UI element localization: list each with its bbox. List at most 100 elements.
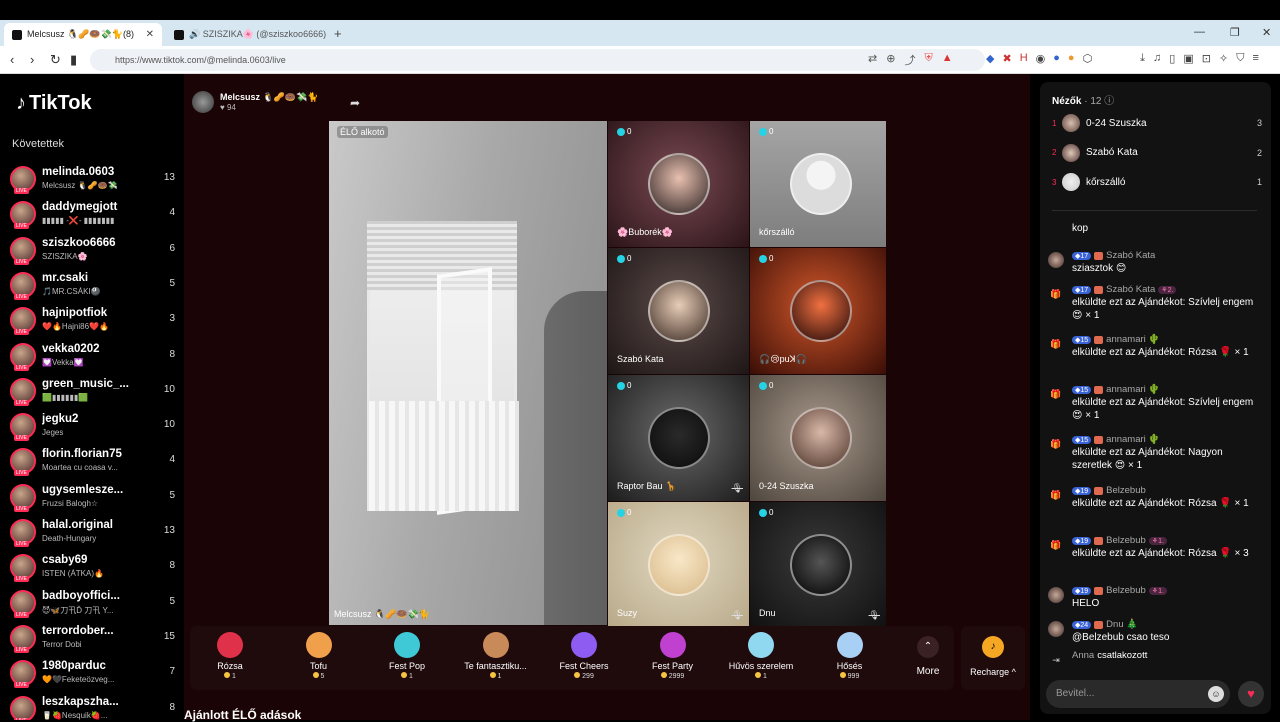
guest-avatar[interactable] xyxy=(790,280,852,342)
browser-tab-active[interactable]: Melcsusz 🐧🥜🍩💸🐈(8) ✕ xyxy=(4,23,162,46)
guest-avatar[interactable] xyxy=(790,534,852,596)
zoom-icon[interactable]: ⊕ xyxy=(886,52,895,68)
vpn-icon[interactable]: ⛉ xyxy=(1236,52,1244,65)
extension-icon[interactable]: ⬡ xyxy=(1083,52,1093,65)
extension-icon[interactable]: ◉ xyxy=(1036,52,1046,65)
sidebar-icon[interactable]: ▯ xyxy=(1169,52,1175,65)
back-icon[interactable]: ‹ xyxy=(10,52,14,67)
chat-username[interactable]: Belzebub xyxy=(1106,485,1146,496)
following-account[interactable]: LIVE ugysemlesze... Fruzsi Balogh☆ 5 xyxy=(10,482,175,516)
following-account[interactable]: LIVE daddymegjott ▮▮▮▮▮ -❌- ▮▮▮▮▮▮▮ 4 xyxy=(10,199,175,233)
wallet-icon[interactable]: ▣ xyxy=(1183,52,1193,65)
following-account[interactable]: LIVE vekka0202 💟Vekka💟 8 xyxy=(10,341,175,375)
guest-tile[interactable]: 0 Dnu 🎙 xyxy=(750,502,886,628)
guest-avatar[interactable] xyxy=(648,280,710,342)
user-avatar[interactable] xyxy=(1048,621,1064,637)
guest-tile[interactable]: 0 Raptor Bau 🦒 🎙 xyxy=(608,375,749,501)
close-tab-icon[interactable]: ✕ xyxy=(146,29,154,40)
following-account[interactable]: LIVE florin.florian75 Moartea cu coasa v..… xyxy=(10,446,175,480)
host-bar[interactable]: Melcsusz 🐧🥜🍩💸🐈 ♥ 94 xyxy=(192,90,319,114)
following-account[interactable]: LIVE jegku2 Jeges 10 xyxy=(10,411,175,445)
extension-icon[interactable]: H xyxy=(1020,52,1028,65)
chat-username[interactable]: Szabó Kata xyxy=(1106,284,1155,295)
gift-item[interactable]: Rózsa 1 xyxy=(190,632,270,688)
guest-avatar[interactable] xyxy=(648,153,710,215)
following-account[interactable]: LIVEleszkapszha...🥛🍓Nesquik🍓...8 xyxy=(10,694,175,720)
gift-item[interactable]: Tofu 5 xyxy=(279,632,359,688)
menu-icon[interactable]: ≡ xyxy=(1252,52,1258,65)
chat-username[interactable]: annamari 🌵 xyxy=(1106,384,1160,395)
host-video[interactable]: ÉLŐ alkotó Melcsusz 🐧🥜🍩💸🐈 xyxy=(329,121,607,625)
chat-username[interactable]: Dnu 🎄 xyxy=(1106,619,1138,630)
user-avatar[interactable] xyxy=(1048,587,1064,603)
account-avatar[interactable] xyxy=(10,695,36,720)
heart-icon[interactable]: ♥ xyxy=(1238,681,1264,707)
browser-tab[interactable]: 🔊 SZISZIKA🌸 (@sziszkoo6666) ÉLŐ xyxy=(166,23,328,46)
screenshot-icon[interactable]: ⊡ xyxy=(1202,52,1211,65)
guest-tile[interactable]: 0 Suzy 🎙 xyxy=(608,502,749,628)
following-account[interactable]: LIVE melinda.0603 Melcsusz 🐧🥜🍩💸 13 xyxy=(10,164,175,198)
chat-username[interactable]: Anna xyxy=(1072,650,1094,661)
viewer-avatar[interactable] xyxy=(1062,173,1080,191)
guest-avatar[interactable] xyxy=(648,407,710,469)
music-icon[interactable]: ♫ xyxy=(1153,52,1161,65)
following-account[interactable]: LIVE halal.original Death-Hungary 13 xyxy=(10,517,175,551)
new-tab-icon[interactable]: + xyxy=(334,26,342,41)
guest-tile[interactable]: 0 Szabó Kata xyxy=(608,248,749,374)
following-account[interactable]: LIVE sziszkoo6666 SZISZIKA🌸 6 xyxy=(10,235,175,269)
restore-icon[interactable]: ❐ xyxy=(1230,26,1240,39)
viewer-avatar[interactable] xyxy=(1062,114,1080,132)
following-account[interactable]: LIVE mr.csaki 🎵MR.CSÁKI🎱 5 xyxy=(10,270,175,304)
gift-item[interactable]: Te fantasztiku... 1 xyxy=(456,632,536,688)
bookmark-icon[interactable]: ▮ xyxy=(70,52,77,68)
tiktok-logo[interactable]: ♪ TikTok xyxy=(16,92,92,115)
following-account[interactable]: LIVE badboyoffici... 😈🦋刀卂Ď 刀卂 Y... 5 xyxy=(10,588,175,622)
minimize-icon[interactable]: — xyxy=(1194,26,1205,38)
shield-icon[interactable]: ⛨ xyxy=(924,52,932,68)
user-avatar[interactable] xyxy=(1048,252,1064,268)
chat-username[interactable]: Belzebub xyxy=(1106,535,1146,546)
guest-tile[interactable]: 0 0-24 Szuszka xyxy=(750,375,886,501)
chat-username[interactable]: annamari 🌵 xyxy=(1106,434,1160,445)
sparkle-icon[interactable]: ✧ xyxy=(1219,52,1228,65)
emoji-icon[interactable]: ☺ xyxy=(1208,686,1224,702)
following-account[interactable]: LIVE csaby69 ISTEN (ÁTKA)🔥 8 xyxy=(10,552,175,586)
recharge-button[interactable]: ♪ Recharge ^ xyxy=(961,626,1025,690)
gift-item[interactable]: Fest Pop 1 xyxy=(367,632,447,688)
following-account[interactable]: LIVE 1980parduc 🧡🖤Feketeözveg... 7 xyxy=(10,658,175,692)
chat-username[interactable]: Szabó Kata xyxy=(1106,250,1155,261)
guest-avatar[interactable] xyxy=(790,407,852,469)
following-account[interactable]: LIVE hajnipotfiok ❤️🔥Hajni86❤️🔥 3 xyxy=(10,305,175,339)
share-icon[interactable]: ⤴ xyxy=(904,52,915,68)
forward-icon[interactable]: › xyxy=(30,52,34,67)
guest-avatar[interactable] xyxy=(648,534,710,596)
following-account[interactable]: LIVE green_music_... 🟩▮▮▮▮▮▮🟩 10 xyxy=(10,376,175,410)
share-icon[interactable]: ➦ xyxy=(350,96,360,110)
warning-icon[interactable]: ▲ xyxy=(942,52,953,68)
following-account[interactable]: LIVE terrordober... Terror Dobi 15 xyxy=(10,623,175,657)
extension-icon[interactable]: ● xyxy=(1053,52,1060,65)
reload-icon[interactable]: ↻ xyxy=(50,52,61,68)
puzzle-icon[interactable]: ⤓ xyxy=(1140,52,1145,65)
chat-username[interactable]: Belzebub xyxy=(1106,585,1146,596)
host-avatar[interactable] xyxy=(192,91,214,113)
extension-icon[interactable]: ◆ xyxy=(986,52,994,65)
chat-input[interactable]: Bevitel... xyxy=(1046,680,1230,708)
translate-icon[interactable]: ⇄ xyxy=(868,52,877,68)
chat-username[interactable]: annamari 🌵 xyxy=(1106,334,1160,345)
viewer-avatar[interactable] xyxy=(1062,143,1080,162)
gift-item[interactable]: Fest Cheers 299 xyxy=(544,632,624,688)
address-bar[interactable]: https://www.tiktok.com/@melinda.0603/liv… xyxy=(90,49,985,71)
info-icon[interactable]: ⓘ xyxy=(1104,96,1114,107)
top-viewer-row[interactable]: 2 Szabó Kata 2 xyxy=(1052,142,1262,164)
extension-icon[interactable]: ✖ xyxy=(1002,52,1011,65)
more-gifts-button[interactable]: ⌃ More xyxy=(908,636,948,677)
extension-icon[interactable]: ● xyxy=(1068,52,1075,65)
gift-item[interactable]: Fest Party 2999 xyxy=(633,632,713,688)
close-window-icon[interactable]: ✕ xyxy=(1262,26,1271,39)
guest-tile[interactable]: 0 kőrszálló xyxy=(750,121,886,247)
gift-item[interactable]: Hősés 999 xyxy=(810,632,890,688)
guest-tile[interactable]: 0 🌸Buborék🌸 xyxy=(608,121,749,247)
host-name[interactable]: Melcsusz 🐧🥜🍩💸🐈 xyxy=(220,92,319,103)
guest-tile[interactable]: 0 🎧😢puꓘ🎧 xyxy=(750,248,886,374)
